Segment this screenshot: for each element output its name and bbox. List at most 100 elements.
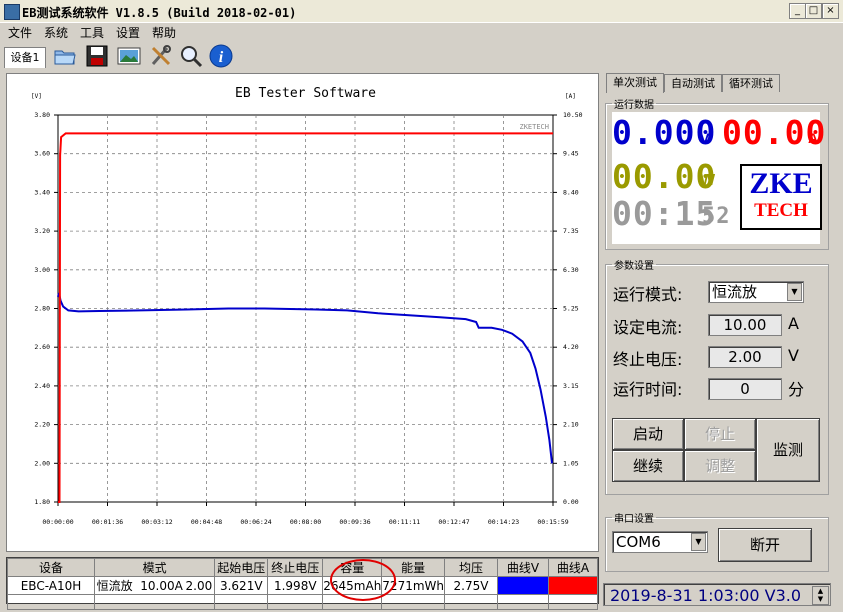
x-tick-label: 00:08:00: [290, 518, 321, 526]
col-end-voltage: 终止电压: [267, 558, 324, 577]
info-glyph: i: [219, 49, 224, 66]
col-mode: 模式: [93, 558, 216, 577]
folder-icon[interactable]: [52, 43, 78, 69]
watermark-text: ZKETECH: [519, 123, 549, 131]
run-data-legend: 运行数据: [614, 100, 654, 111]
magnify-icon[interactable]: [178, 43, 204, 69]
maximize-button[interactable]: □: [805, 3, 822, 19]
x-tick-label: 00:06:24: [240, 518, 271, 526]
param-settings-legend: 参数设置: [614, 261, 654, 272]
menu-file[interactable]: 文件: [8, 24, 32, 41]
menu-help[interactable]: 帮助: [152, 24, 176, 41]
y-right-tick-label: 2.10: [563, 421, 579, 429]
tab-single-test[interactable]: 单次测试: [606, 73, 664, 93]
menu-system[interactable]: 系统: [44, 24, 68, 41]
adjust-button[interactable]: 调整: [684, 450, 756, 482]
logo-top-text: ZKE: [749, 167, 813, 200]
menu-bar: 文件 系统 工具 设置 帮助: [0, 22, 843, 40]
x-tick-label: 00:04:48: [191, 518, 222, 526]
device-tab[interactable]: 设备1: [4, 47, 46, 68]
y-right-tick-label: 9.45: [563, 150, 579, 158]
chevron-down-icon[interactable]: ▼: [691, 533, 706, 551]
cell-curve-a-color[interactable]: [548, 576, 598, 595]
discharge-chart: EB Tester Software [V] [A] ZKETECH 3.80 10.50…: [31, 86, 583, 526]
y-right-tick-label: 6.30: [563, 266, 579, 274]
close-button[interactable]: ×: [822, 3, 839, 19]
x-tick-label: 00:11:11: [389, 518, 420, 526]
start-button[interactable]: 启动: [612, 418, 684, 450]
y-left-tick-label: 2.60: [34, 343, 50, 351]
y-left-tick-label: 1.80: [34, 498, 50, 506]
toolbar: 设备1 i: [0, 40, 843, 72]
y-right-tick-label: 1.05: [563, 459, 579, 467]
y-right-unit: [A]: [565, 93, 576, 100]
status-bar: 2019-8-31 1:03:00 V3.0: [603, 583, 831, 606]
time-readout: 00:15: [612, 194, 717, 233]
cutoff-voltage-input[interactable]: 2.00: [708, 346, 782, 368]
stop-button[interactable]: 停止: [684, 418, 756, 450]
x-tick-label: 00:12:47: [438, 518, 469, 526]
time-seconds: 52: [702, 204, 731, 229]
zketech-logo: ZKE TECH: [740, 164, 822, 230]
y-left-unit: [V]: [31, 93, 42, 100]
current-setting-unit: A: [788, 314, 799, 333]
cell-mode-voltage: 2.00: [184, 576, 216, 595]
y-left-tick-label: 2.80: [34, 305, 50, 313]
save-icon[interactable]: [84, 43, 110, 69]
y-left-tick-label: 3.00: [34, 266, 50, 274]
menu-tools[interactable]: 工具: [80, 24, 104, 41]
results-table: 设备 模式 起始电压 终止电压 容量 能量 均压 曲线V 曲线A EBC-A10…: [6, 557, 599, 610]
x-tick-label: 00:00:00: [42, 518, 73, 526]
cutoff-voltage-unit: V: [788, 346, 799, 365]
port-select[interactable]: COM6 ▼: [612, 531, 708, 553]
monitor-button[interactable]: 监测: [756, 418, 820, 482]
tab-auto-test[interactable]: 自动测试: [664, 74, 722, 92]
table-row[interactable]: EBC-A10H 恒流放 10.00A 2.00 3.621V 1.998V 2…: [7, 576, 598, 595]
chart-panel: EB Tester Software [V] [A] ZKETECH 3.80 10.50…: [6, 73, 599, 552]
chevron-down-icon[interactable]: ▼: [787, 283, 802, 301]
y-left-tick-label: 2.20: [34, 421, 50, 429]
cell-avg-voltage: 2.75V: [444, 576, 498, 595]
window-title: EB测试系统软件 V1.8.5 (Build 2018-02-01): [22, 6, 297, 20]
x-tick-label: 00:14:23: [488, 518, 519, 526]
minimize-button[interactable]: _: [789, 3, 806, 19]
disconnect-button[interactable]: 断开: [718, 528, 812, 562]
tab-cycle-test[interactable]: 循环测试: [722, 74, 780, 92]
runtime-unit: 分: [788, 380, 805, 399]
y-right-tick-label: 4.20: [563, 343, 579, 351]
y-left-tick-label: 3.60: [34, 150, 50, 158]
y-right-tick-label: 3.15: [563, 382, 579, 390]
x-tick-label: 00:09:36: [339, 518, 370, 526]
cutoff-voltage-label: 终止电压:: [613, 350, 683, 369]
x-tick-label: 00:01:36: [92, 518, 123, 526]
port-select-value: COM6: [616, 533, 661, 551]
status-spinner[interactable]: ▲ ▼: [812, 586, 829, 605]
info-icon[interactable]: i: [208, 43, 234, 69]
col-curve-a: 曲线A: [548, 558, 598, 577]
y-right-tick-label: 7.35: [563, 227, 579, 235]
runtime-label: 运行时间:: [613, 380, 683, 399]
y-right-tick-label: 5.25: [563, 305, 579, 313]
tools-icon[interactable]: [148, 43, 174, 69]
cell-end-voltage: 1.998V: [267, 576, 324, 595]
continue-button[interactable]: 继续: [612, 450, 684, 482]
col-curve-v: 曲线V: [497, 558, 549, 577]
app-icon: [4, 4, 20, 20]
mode-label: 运行模式:: [613, 285, 683, 304]
y-right-tick-label: 0.00: [563, 498, 579, 506]
current-setting-label: 设定电流:: [613, 318, 683, 337]
menu-settings[interactable]: 设置: [116, 24, 140, 41]
x-tick-label: 00:03:12: [141, 518, 172, 526]
mode-select-value: 恒流放: [712, 283, 758, 301]
cell-mode: 恒流放 10.00A: [94, 576, 185, 595]
chart-title: EB Tester Software: [235, 86, 376, 101]
power-unit: W: [700, 172, 716, 189]
cell-curve-v-color[interactable]: [497, 576, 549, 595]
runtime-input[interactable]: 0: [708, 378, 782, 400]
capacity-highlight-circle: [330, 559, 396, 601]
title-bar: EB测试系统软件 V1.8.5 (Build 2018-02-01) _ □ ×: [0, 0, 843, 23]
y-left-tick-label: 3.20: [34, 227, 50, 235]
mode-select[interactable]: 恒流放 ▼: [708, 281, 804, 303]
image-icon[interactable]: [116, 43, 142, 69]
current-setting-input[interactable]: 10.00: [708, 314, 782, 336]
